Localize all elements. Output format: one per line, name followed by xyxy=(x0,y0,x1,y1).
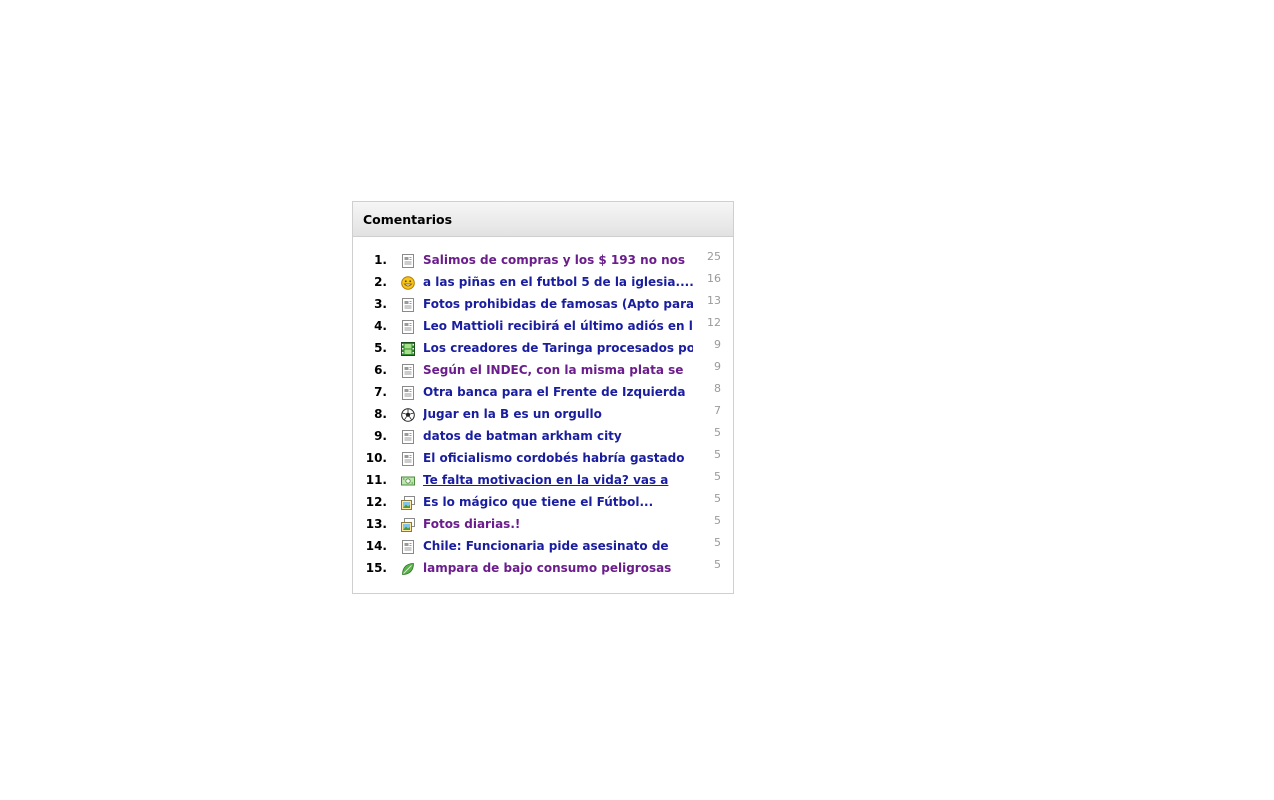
comments-widget: Comentarios 1. Salimos de compras y los $… xyxy=(352,201,734,594)
comment-count: 7 xyxy=(714,404,721,417)
document-icon xyxy=(401,320,415,334)
document-icon xyxy=(401,298,415,312)
list-item: 1. Salimos de compras y los $ 193 no nos 2… xyxy=(353,249,733,271)
soccer-ball-icon xyxy=(401,408,415,422)
post-link[interactable]: Los creadores de Taringa procesados por xyxy=(423,341,693,355)
post-link[interactable]: datos de batman arkham city xyxy=(423,429,693,443)
post-link[interactable]: El oficialismo cordobés habría gastado xyxy=(423,451,693,465)
rank-number: 2. xyxy=(374,275,387,289)
rank-number: 6. xyxy=(374,363,387,377)
list-item: 13. Fotos diarias.! 5 xyxy=(353,513,733,535)
post-link[interactable]: Según el INDEC, con la misma plata se xyxy=(423,363,693,377)
rank-number: 8. xyxy=(374,407,387,421)
document-icon xyxy=(401,540,415,554)
images-icon xyxy=(401,496,415,510)
post-link[interactable]: lampara de bajo consumo peligrosas xyxy=(423,561,693,575)
rank-number: 13. xyxy=(365,517,387,531)
list-item: 4. Leo Mattioli recibirá el último adiós … xyxy=(353,315,733,337)
comment-count: 5 xyxy=(714,536,721,549)
document-icon xyxy=(401,254,415,268)
comment-count: 5 xyxy=(714,492,721,505)
list-item: 12. Es lo mágico que tiene el Fútbol... 5 xyxy=(353,491,733,513)
comment-count: 5 xyxy=(714,470,721,483)
list-item: 7. Otra banca para el Frente de Izquierda… xyxy=(353,381,733,403)
widget-title: Comentarios xyxy=(353,202,733,237)
comment-count: 8 xyxy=(714,382,721,395)
rank-number: 15. xyxy=(365,561,387,575)
post-link[interactable]: Jugar en la B es un orgullo xyxy=(423,407,693,421)
rank-number: 4. xyxy=(374,319,387,333)
document-icon xyxy=(401,364,415,378)
list-item: 11. Te falta motivacion en la vida? vas a… xyxy=(353,469,733,491)
document-icon xyxy=(401,452,415,466)
images-icon xyxy=(401,518,415,532)
comment-count: 5 xyxy=(714,558,721,571)
list-item: 9. datos de batman arkham city 5 xyxy=(353,425,733,447)
list-item: 10. El oficialismo cordobés habría gastad… xyxy=(353,447,733,469)
document-icon xyxy=(401,386,415,400)
rank-number: 11. xyxy=(365,473,387,487)
rank-number: 9. xyxy=(374,429,387,443)
comment-count: 25 xyxy=(707,250,721,263)
money-icon xyxy=(401,474,415,488)
post-link[interactable]: Es lo mágico que tiene el Fútbol... xyxy=(423,495,693,509)
post-link[interactable]: Fotos prohibidas de famosas (Apto para xyxy=(423,297,693,311)
list-item: 6. Según el INDEC, con la misma plata se 9 xyxy=(353,359,733,381)
post-link[interactable]: a las piñas en el futbol 5 de la iglesia… xyxy=(423,275,693,289)
list-item: 8. Jugar en la B es un orgullo 7 xyxy=(353,403,733,425)
rank-number: 10. xyxy=(365,451,387,465)
list-item: 5. Los creadores de Taringa procesados po… xyxy=(353,337,733,359)
leaf-icon xyxy=(401,562,415,576)
rank-number: 5. xyxy=(374,341,387,355)
comments-list: 1. Salimos de compras y los $ 193 no nos 2… xyxy=(353,249,733,579)
rank-number: 1. xyxy=(374,253,387,267)
rank-number: 7. xyxy=(374,385,387,399)
post-link[interactable]: Chile: Funcionaria pide asesinato de xyxy=(423,539,693,553)
post-link[interactable]: Otra banca para el Frente de Izquierda xyxy=(423,385,693,399)
list-item: 3. Fotos prohibidas de famosas (Apto para… xyxy=(353,293,733,315)
post-link[interactable]: Salimos de compras y los $ 193 no nos xyxy=(423,253,693,267)
rank-number: 3. xyxy=(374,297,387,311)
list-item: 14. Chile: Funcionaria pide asesinato de 5 xyxy=(353,535,733,557)
comment-count: 5 xyxy=(714,426,721,439)
smiley-icon xyxy=(401,276,415,290)
list-item: 2. a las piñas en el futbol 5 de la igles… xyxy=(353,271,733,293)
post-link[interactable]: Leo Mattioli recibirá el último adiós en… xyxy=(423,319,693,333)
comment-count: 12 xyxy=(707,316,721,329)
comment-count: 5 xyxy=(714,514,721,527)
comment-count: 13 xyxy=(707,294,721,307)
comment-count: 9 xyxy=(714,338,721,351)
rank-number: 14. xyxy=(365,539,387,553)
document-icon xyxy=(401,430,415,444)
post-link[interactable]: Fotos diarias.! xyxy=(423,517,693,531)
comment-count: 16 xyxy=(707,272,721,285)
rank-number: 12. xyxy=(365,495,387,509)
list-item: 15. lampara de bajo consumo peligrosas 5 xyxy=(353,557,733,579)
film-icon xyxy=(401,342,415,356)
comment-count: 5 xyxy=(714,448,721,461)
comment-count: 9 xyxy=(714,360,721,373)
post-link[interactable]: Te falta motivacion en la vida? vas a xyxy=(423,473,693,487)
